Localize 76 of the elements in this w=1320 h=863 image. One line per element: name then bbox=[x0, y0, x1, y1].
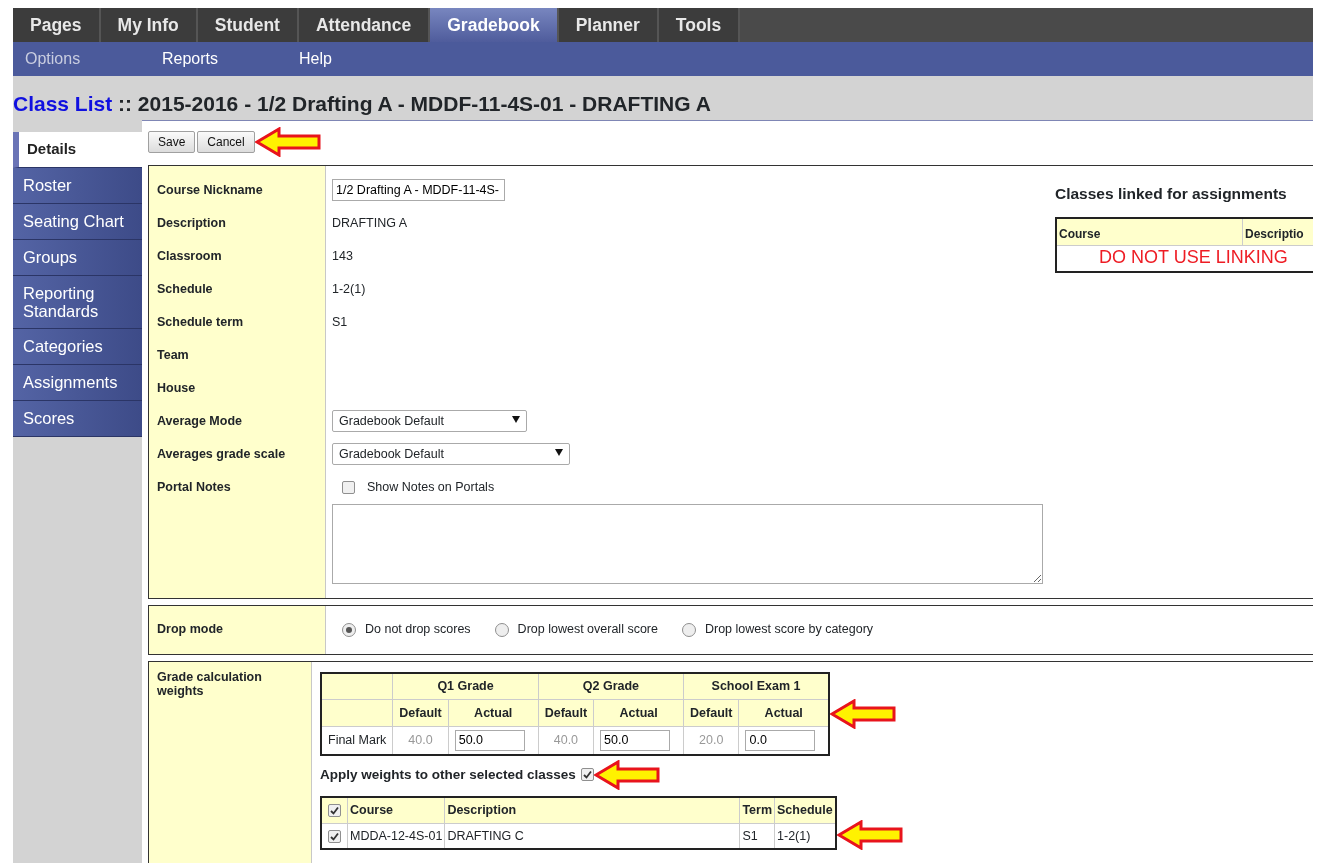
menu-item[interactable]: Reports bbox=[162, 47, 287, 71]
nav-tab[interactable]: Tools bbox=[658, 8, 741, 42]
dropdown-arrow-icon bbox=[555, 448, 563, 456]
field-label: Team bbox=[157, 346, 189, 364]
radio-button[interactable] bbox=[342, 622, 356, 637]
side-tab[interactable]: Categories bbox=[13, 328, 142, 365]
warning-note: DO NOT USE LINKING bbox=[1099, 246, 1288, 267]
field-label: Drop mode bbox=[157, 621, 223, 639]
weight-field[interactable]: 50.0 bbox=[600, 730, 671, 751]
column-header: Descriptio bbox=[1244, 225, 1305, 243]
field-label: Description bbox=[157, 214, 226, 232]
dropdown[interactable]: Gradebook Default bbox=[332, 442, 570, 466]
pointer-arrow-icon bbox=[593, 759, 660, 790]
side-tab[interactable]: Seating Chart bbox=[13, 203, 142, 240]
side-tab[interactable]: Assignments bbox=[13, 364, 142, 401]
column-header: Term bbox=[739, 796, 775, 823]
weight-field[interactable]: 0.0 bbox=[745, 730, 816, 751]
column-header: Actual bbox=[448, 699, 539, 727]
menu-item[interactable]: Help bbox=[299, 47, 424, 71]
field-label: Classroom bbox=[157, 247, 222, 265]
checkbox[interactable] bbox=[328, 803, 341, 817]
checkbox[interactable] bbox=[328, 829, 341, 843]
field-label: Schedule bbox=[157, 280, 213, 298]
field-value: DRAFTING A bbox=[332, 214, 407, 232]
pointer-arrow-icon bbox=[836, 819, 903, 850]
field-label: House bbox=[157, 379, 196, 397]
column-header: School Exam 1 bbox=[683, 672, 829, 700]
radio-button[interactable] bbox=[681, 622, 696, 637]
column-header: Course bbox=[347, 796, 445, 823]
radio-label: Drop lowest overall score bbox=[517, 621, 658, 639]
radio-label: Drop lowest score by category bbox=[704, 621, 874, 639]
page-title: Class List :: 2015-2016 - 1/2 Drafting A - MDDF-11-4S-01 - DRAFTING A bbox=[13, 91, 712, 117]
field-value: 1-2(1) bbox=[332, 280, 366, 298]
checkbox-label: Show Notes on Portals bbox=[367, 478, 495, 496]
radio-button[interactable] bbox=[494, 622, 509, 637]
menu-item[interactable]: Options bbox=[25, 47, 150, 71]
nav-tab[interactable]: Student bbox=[197, 8, 299, 42]
side-tab[interactable]: Reporting Standards bbox=[13, 275, 142, 329]
pointer-arrow-icon bbox=[254, 126, 321, 157]
side-tab[interactable]: Scores bbox=[13, 400, 142, 437]
nav-tab[interactable]: Gradebook bbox=[430, 8, 559, 42]
text-field[interactable]: 1/2 Drafting A - MDDF-11-4S- bbox=[332, 178, 505, 202]
checkbox[interactable] bbox=[580, 768, 594, 782]
field-label: Schedule term bbox=[157, 313, 244, 331]
column-header: Description bbox=[444, 796, 740, 823]
linked-heading: Classes linked for assignments bbox=[1055, 183, 1288, 204]
field-label: Portal Notes bbox=[157, 478, 231, 496]
side-tab[interactable]: Roster bbox=[13, 167, 142, 204]
column-header: Q1 Grade bbox=[392, 672, 539, 700]
nav-tab[interactable]: Pages bbox=[13, 8, 101, 42]
nav-tab[interactable]: Planner bbox=[558, 8, 659, 42]
nav-tab[interactable]: Attendance bbox=[298, 8, 431, 42]
weight-field[interactable]: 50.0 bbox=[454, 730, 525, 751]
side-tab[interactable]: Groups bbox=[13, 239, 142, 276]
checkbox[interactable] bbox=[342, 480, 355, 494]
field-label: Grade calculation weights bbox=[157, 669, 263, 698]
nav-tab[interactable]: My Info bbox=[100, 8, 198, 42]
dropdown-arrow-icon bbox=[512, 415, 520, 423]
column-header: Schedule bbox=[774, 796, 836, 823]
field-label: Average Mode bbox=[157, 412, 242, 430]
field-label: Averages grade scale bbox=[157, 445, 286, 463]
field-value: 143 bbox=[332, 247, 353, 265]
cancel-button[interactable]: Cancel bbox=[197, 130, 255, 153]
column-header: Course bbox=[1057, 218, 1243, 245]
apply-label: Apply weights to other selected classes bbox=[320, 765, 576, 784]
column-header: Actual bbox=[593, 699, 684, 727]
side-tab[interactable]: Details bbox=[13, 131, 142, 168]
field-value: S1 bbox=[332, 313, 348, 331]
field-label: Course Nickname bbox=[157, 181, 263, 199]
radio-label: Do not drop scores bbox=[365, 621, 471, 639]
pointer-arrow-icon bbox=[829, 698, 896, 729]
save-button[interactable]: Save bbox=[148, 130, 196, 153]
column-header: Q2 Grade bbox=[538, 672, 684, 700]
column-header: Actual bbox=[738, 699, 829, 727]
dropdown[interactable]: Gradebook Default bbox=[332, 409, 527, 433]
class-list-link[interactable]: Class List bbox=[13, 92, 113, 115]
